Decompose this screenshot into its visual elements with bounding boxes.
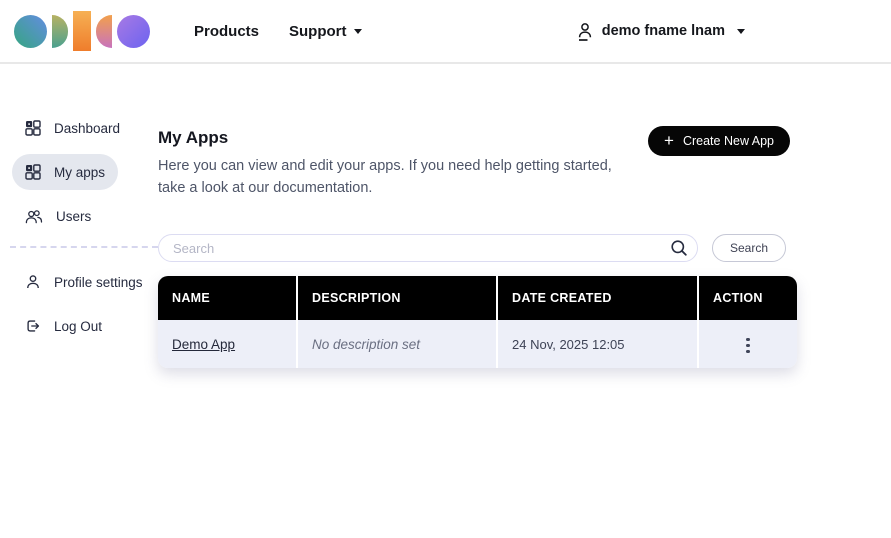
logo-bar-icon — [73, 11, 91, 51]
plus-icon: + — [664, 132, 674, 149]
column-header-description: DESCRIPTION — [297, 276, 497, 320]
page-description-line: take a look at our documentation. — [158, 177, 612, 199]
column-header-action: ACTION — [698, 276, 797, 320]
search-row: Search — [158, 234, 797, 262]
kebab-icon — [746, 338, 749, 341]
nav-link-support[interactable]: Support — [289, 23, 362, 40]
create-new-app-button[interactable]: + Create New App — [648, 126, 790, 156]
search-input[interactable] — [158, 234, 698, 262]
sidebar-item-log-out[interactable]: Log Out — [12, 308, 115, 344]
logo-half-circle-right-icon — [52, 15, 68, 48]
person-icon — [576, 21, 594, 41]
caret-down-icon — [737, 29, 745, 34]
sidebar-item-profile-settings[interactable]: Profile settings — [12, 264, 156, 300]
main-content: My Apps Here you can view and edit your … — [158, 64, 797, 368]
app-root: Products Support demo fname lnam — [0, 0, 891, 538]
logo-circle-purple-icon — [117, 15, 150, 48]
grid-icon — [25, 120, 41, 136]
sidebar-item-label: Log Out — [54, 319, 102, 334]
sidebar-item-dashboard[interactable]: Dashboard — [12, 110, 133, 146]
sidebar-item-users[interactable]: Users — [12, 198, 104, 234]
user-name: demo fname lnam — [602, 23, 725, 39]
nav-link-support-label: Support — [289, 23, 347, 40]
sidebar-item-label: Users — [56, 209, 91, 224]
users-icon — [25, 209, 43, 224]
sidebar-item-my-apps[interactable]: My apps — [12, 154, 118, 190]
app-description: No description set — [312, 337, 420, 352]
brand-logo[interactable] — [14, 11, 150, 51]
apps-table-container: NAME DESCRIPTION DATE CREATED ACTION Dem… — [158, 276, 797, 368]
search-field — [158, 234, 698, 262]
top-navbar: Products Support demo fname lnam — [0, 0, 891, 64]
logout-icon — [25, 318, 41, 334]
sidebar-item-label: My apps — [54, 165, 105, 180]
page-layout: Dashboard My apps Use — [0, 64, 891, 368]
page-header: My Apps Here you can view and edit your … — [158, 126, 797, 199]
sidebar-item-label: Dashboard — [54, 121, 120, 136]
logo-circle-teal-icon — [14, 15, 47, 48]
person-icon — [25, 274, 41, 290]
app-date-created: 24 Nov, 2025 12:05 — [512, 337, 625, 352]
page-description: Here you can view and edit your apps. If… — [158, 155, 612, 199]
user-menu[interactable]: demo fname lnam — [576, 21, 745, 41]
apps-table: NAME DESCRIPTION DATE CREATED ACTION Dem… — [158, 276, 797, 368]
search-button[interactable]: Search — [712, 234, 786, 262]
column-header-name: NAME — [158, 276, 297, 320]
create-new-app-label: Create New App — [683, 134, 774, 148]
sidebar: Dashboard My apps Use — [0, 64, 158, 368]
column-header-date-created: DATE CREATED — [497, 276, 698, 320]
sidebar-divider — [10, 246, 158, 248]
app-name-link[interactable]: Demo App — [172, 337, 235, 352]
kebab-menu-button[interactable] — [736, 332, 759, 359]
logo-half-circle-left-icon — [96, 15, 112, 48]
table-row: Demo App No description set 24 Nov, 2025… — [158, 320, 797, 368]
magnifier-icon[interactable] — [669, 238, 689, 258]
caret-down-icon — [354, 29, 362, 34]
page-title: My Apps — [158, 126, 612, 150]
grid-icon — [25, 164, 41, 180]
page-description-line: Here you can view and edit your apps. If… — [158, 155, 612, 177]
sidebar-item-label: Profile settings — [54, 275, 143, 290]
nav-links: Products Support — [194, 23, 362, 40]
table-header-row: NAME DESCRIPTION DATE CREATED ACTION — [158, 276, 797, 320]
nav-link-products[interactable]: Products — [194, 23, 259, 40]
